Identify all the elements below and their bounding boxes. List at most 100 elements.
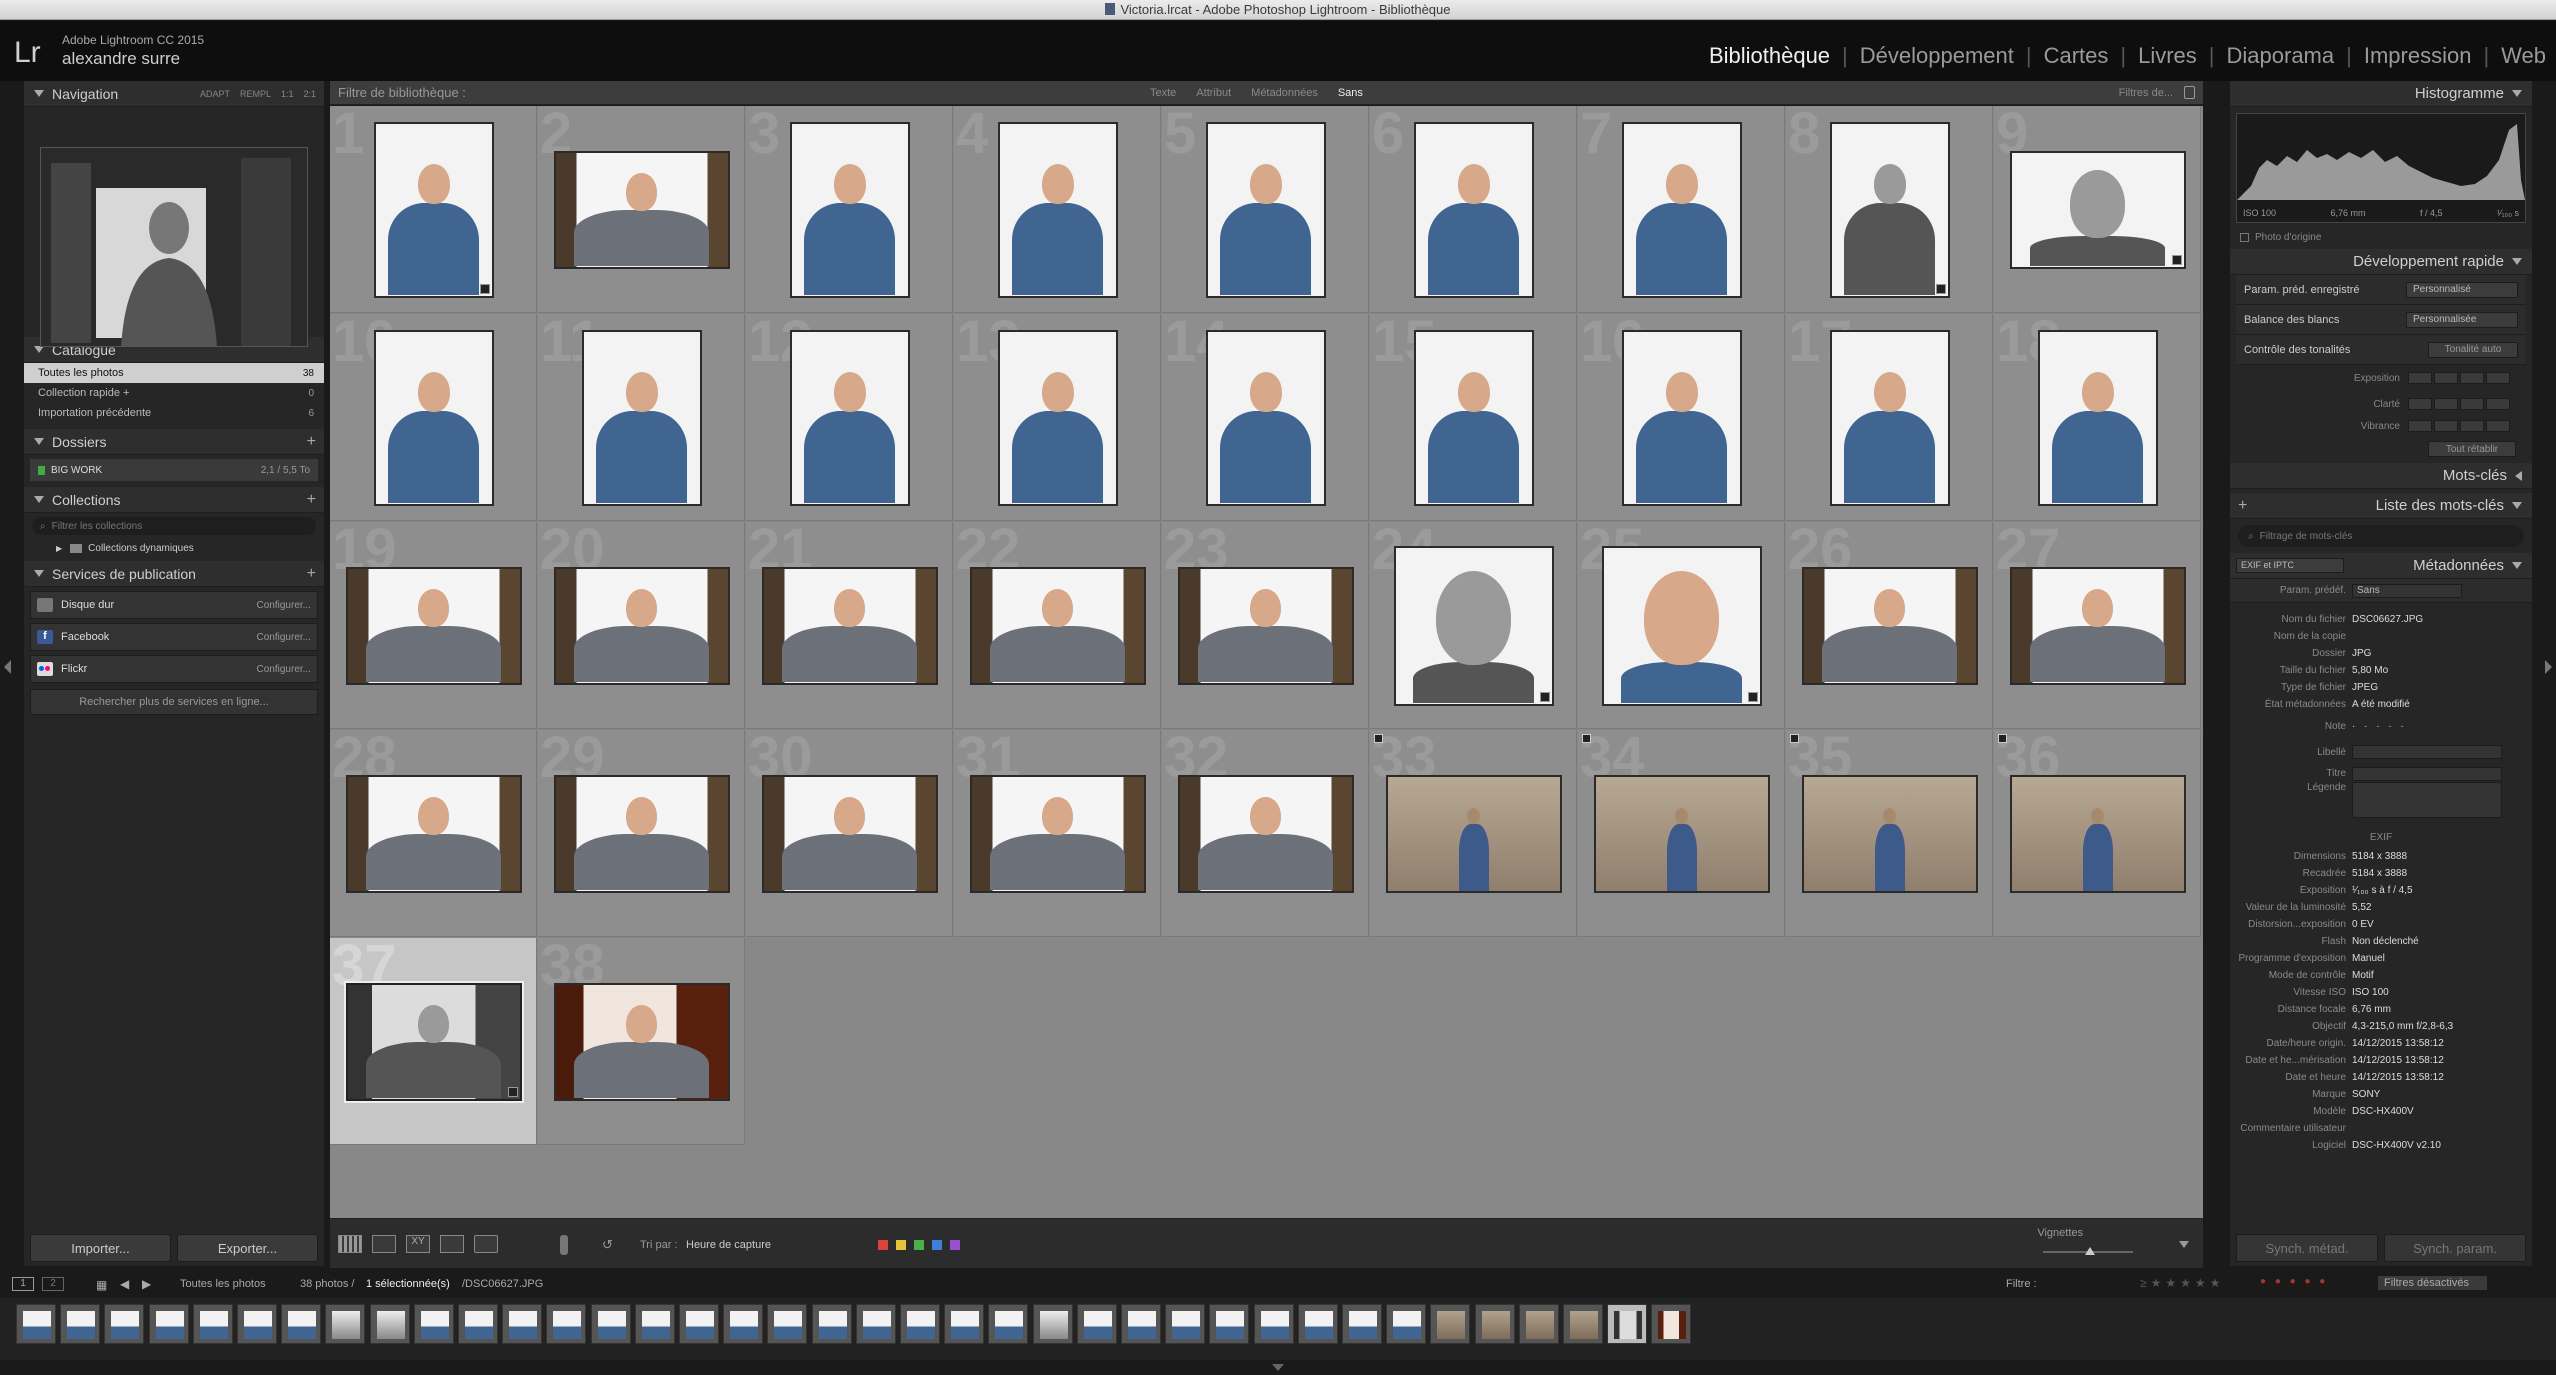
grid-cell[interactable]: 20	[538, 522, 745, 729]
color-label-blue[interactable]	[932, 1240, 942, 1250]
grid-cell[interactable]: 11	[538, 314, 745, 521]
grid-cell[interactable]: 26	[1786, 522, 1993, 729]
color-label-green[interactable]	[914, 1240, 924, 1250]
filmstrip-thumbnail[interactable]	[458, 1304, 498, 1344]
grid-cell[interactable]: 28	[330, 730, 537, 937]
filmstrip-thumbnail[interactable]	[900, 1304, 940, 1344]
filter-presets-dropdown[interactable]: Filtres de...	[2119, 87, 2173, 99]
grid-cell[interactable]: 9	[1994, 106, 2201, 313]
photo-thumbnail[interactable]	[1207, 331, 1324, 504]
grid-cell[interactable]: 13	[954, 314, 1161, 521]
filmstrip-thumbnail[interactable]	[60, 1304, 101, 1344]
smart-collections-item[interactable]: ▶ Collections dynamiques	[24, 539, 324, 557]
sort-direction-icon[interactable]: ↺	[602, 1237, 613, 1253]
grid-cell[interactable]: 10	[330, 314, 537, 521]
label-field[interactable]	[2352, 745, 2502, 759]
grid-cell[interactable]: 22	[954, 522, 1161, 729]
grid-cell[interactable]: 35	[1786, 730, 1993, 937]
compare-view-icon[interactable]: XY	[406, 1235, 430, 1253]
histogram-header[interactable]: Histogramme	[2230, 81, 2532, 107]
filter-none[interactable]: Sans	[1338, 87, 1363, 99]
photo-thumbnail[interactable]	[999, 123, 1116, 296]
loupe-view-icon[interactable]	[372, 1235, 396, 1253]
photo-thumbnail[interactable]	[971, 776, 1144, 891]
filmstrip-thumbnail[interactable]	[944, 1304, 985, 1344]
grid-cell[interactable]: 8	[1786, 106, 1993, 313]
photo-thumbnail[interactable]	[1179, 568, 1352, 683]
photo-thumbnail[interactable]	[555, 152, 728, 267]
module-library[interactable]: Bibliothèque	[1709, 43, 1830, 69]
catalog-all-photos[interactable]: Toutes les photos 38	[24, 363, 324, 383]
photo-thumbnail[interactable]	[999, 331, 1116, 504]
publish-hard-drive[interactable]: Disque dur Configurer...	[30, 591, 318, 619]
photo-thumbnail[interactable]	[1179, 776, 1352, 891]
catalog-quick-collection[interactable]: Collection rapide +0	[24, 383, 324, 403]
module-print[interactable]: Impression	[2364, 43, 2472, 69]
quick-develop-header[interactable]: Développement rapide	[2230, 249, 2532, 275]
filter-metadata[interactable]: Métadonnées	[1251, 87, 1318, 99]
metadata-mode-select[interactable]: EXIF et IPTC	[2236, 558, 2344, 573]
grid-cell[interactable]: 27	[1994, 522, 2201, 729]
filmstrip-thumbnail[interactable]	[1253, 1304, 1294, 1344]
module-slideshow[interactable]: Diaporama	[2227, 43, 2335, 69]
left-panel-toggle-icon[interactable]	[4, 660, 11, 674]
toolbar-menu-icon[interactable]	[2179, 1241, 2189, 1248]
grid-cell[interactable]: 32	[1162, 730, 1369, 937]
grid-cell[interactable]: 30	[746, 730, 953, 937]
navigator-preview[interactable]	[40, 147, 308, 347]
grid-cell[interactable]: 38	[538, 938, 745, 1145]
main-window-icon[interactable]: 1	[12, 1277, 34, 1291]
grid-cell[interactable]: 16	[1578, 314, 1785, 521]
filmstrip-thumbnail[interactable]	[1474, 1304, 1515, 1344]
filmstrip-thumbnail[interactable]	[590, 1304, 631, 1344]
grid-cell[interactable]: 6	[1370, 106, 1577, 313]
sync-settings-button[interactable]: Synch. param.	[2384, 1234, 2526, 1262]
filmstrip-thumbnail[interactable]	[1209, 1304, 1250, 1344]
filmstrip-thumbnail[interactable]	[281, 1304, 322, 1344]
grid-cell[interactable]: 25	[1578, 522, 1785, 729]
photo-thumbnail[interactable]	[375, 123, 492, 296]
grid-cell[interactable]: 21	[746, 522, 953, 729]
grid-cell[interactable]: 24	[1370, 522, 1577, 729]
painter-icon[interactable]	[560, 1235, 568, 1255]
filmstrip-thumbnail[interactable]	[1518, 1304, 1559, 1344]
photo-thumbnail[interactable]	[1415, 331, 1532, 504]
filmstrip-thumbnail[interactable]	[325, 1304, 366, 1344]
grid-cell[interactable]: 12	[746, 314, 953, 521]
import-button[interactable]: Importer...	[30, 1234, 171, 1262]
photo-thumbnail[interactable]	[1603, 547, 1760, 704]
module-develop[interactable]: Développement	[1860, 43, 2014, 69]
filmstrip-toggle-icon[interactable]	[1272, 1364, 1284, 1371]
grid-cell[interactable]: 33	[1370, 730, 1577, 937]
filmstrip-thumbnail[interactable]	[1651, 1304, 1692, 1344]
photo-thumbnail[interactable]	[347, 776, 520, 891]
filmstrip-source[interactable]: Toutes les photos	[180, 1278, 266, 1290]
add-keyword-icon[interactable]: +	[2238, 497, 2247, 515]
photo-thumbnail[interactable]	[1623, 331, 1740, 504]
collections-filter-input[interactable]: ⌕ Filtrer les collections	[32, 517, 316, 535]
color-label-red[interactable]	[878, 1240, 888, 1250]
filmstrip-thumbnail[interactable]	[546, 1304, 587, 1344]
publish-facebook[interactable]: f Facebook Configurer...	[30, 623, 318, 651]
photo-thumbnail[interactable]	[2039, 331, 2156, 504]
filmstrip-thumbnail[interactable]	[1607, 1304, 1648, 1344]
filmstrip-thumbnail[interactable]	[104, 1304, 145, 1344]
grid-cell[interactable]: 3	[746, 106, 953, 313]
reset-all-button[interactable]: Tout rétablir	[2428, 441, 2516, 457]
grid-cell[interactable]: 2	[538, 106, 745, 313]
thumbnail-size-slider[interactable]	[2043, 1247, 2133, 1255]
photo-thumbnail[interactable]	[2011, 568, 2184, 683]
volume-row[interactable]: BIG WORK 2,1 / 5,5 To	[30, 459, 318, 481]
filmstrip-thumbnail[interactable]	[16, 1304, 56, 1344]
filter-attribute[interactable]: Attribut	[1196, 87, 1231, 99]
filmstrip-thumbnail[interactable]	[1297, 1304, 1338, 1344]
filmstrip-thumbnail[interactable]	[634, 1304, 675, 1344]
grid-cell[interactable]: 15	[1370, 314, 1577, 521]
grid-cell[interactable]: 7	[1578, 106, 1785, 313]
keywording-header[interactable]: Mots-clés	[2230, 463, 2532, 489]
photo-thumbnail[interactable]	[791, 331, 908, 504]
filter-text[interactable]: Texte	[1150, 87, 1176, 99]
grid-cell[interactable]: 19	[330, 522, 537, 729]
clarity-buttons[interactable]	[2408, 398, 2510, 410]
photo-thumbnail[interactable]	[347, 984, 520, 1099]
